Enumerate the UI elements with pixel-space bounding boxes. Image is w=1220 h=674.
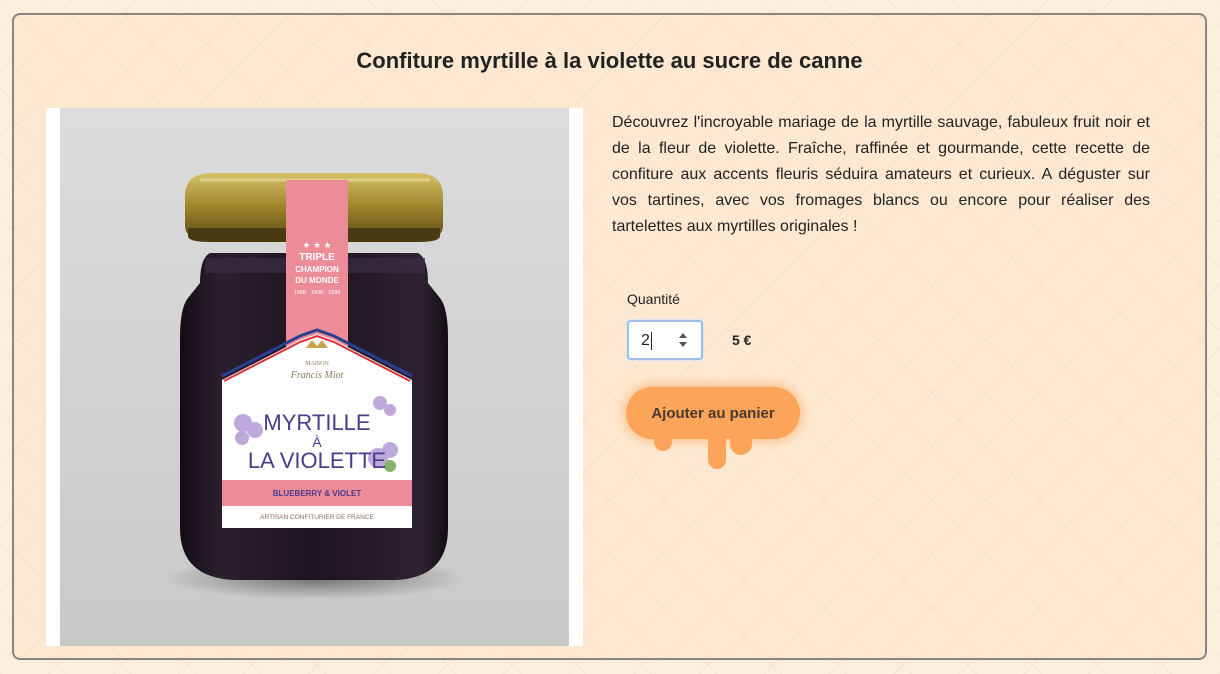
seal-line-2: CHAMPION [295,265,339,274]
quantity-value: 2 [641,332,650,349]
add-to-cart-button[interactable]: Ajouter au panier [626,387,800,439]
quantity-input[interactable]: 2 [627,320,703,360]
quantity-label: Quantité [627,291,680,307]
jam-jar-image: ★ ★ ★ TRIPLE CHAMPION DU MONDE 1988 · 19… [60,108,569,646]
product-card: Confiture myrtille à la violette au sucr… [12,13,1207,660]
stepper-down-icon[interactable] [679,342,687,347]
label-name-line-1: MYRTILLE [263,410,370,435]
label-subtitle: BLUEBERRY & VIOLET [273,489,362,498]
label-footer: ARTISAN CONFITURIER DE FRANCE [260,514,374,521]
stepper-up-icon[interactable] [679,333,687,338]
product-image: ★ ★ ★ TRIPLE CHAMPION DU MONDE 1988 · 19… [46,108,583,646]
product-title: Confiture myrtille à la violette au sucr… [356,48,863,73]
add-to-cart-wrapper: Ajouter au panier [626,387,806,477]
price: 5 € [732,332,752,348]
text-caret [651,332,652,350]
seal-line-1: TRIPLE [299,252,335,263]
seal-stars: ★ ★ ★ [302,240,331,250]
brand-top: MAISON [305,361,329,367]
seal-years: 1988 · 1990 · 1993 [294,290,340,296]
product-description: Découvrez l'incroyable mariage de la myr… [612,114,1150,235]
label-name-line-3: LA VIOLETTE [248,448,386,473]
brand-name: Francis Miot [290,370,344,381]
quantity-stepper[interactable] [677,331,691,349]
seal-line-3: DU MONDE [295,276,339,285]
